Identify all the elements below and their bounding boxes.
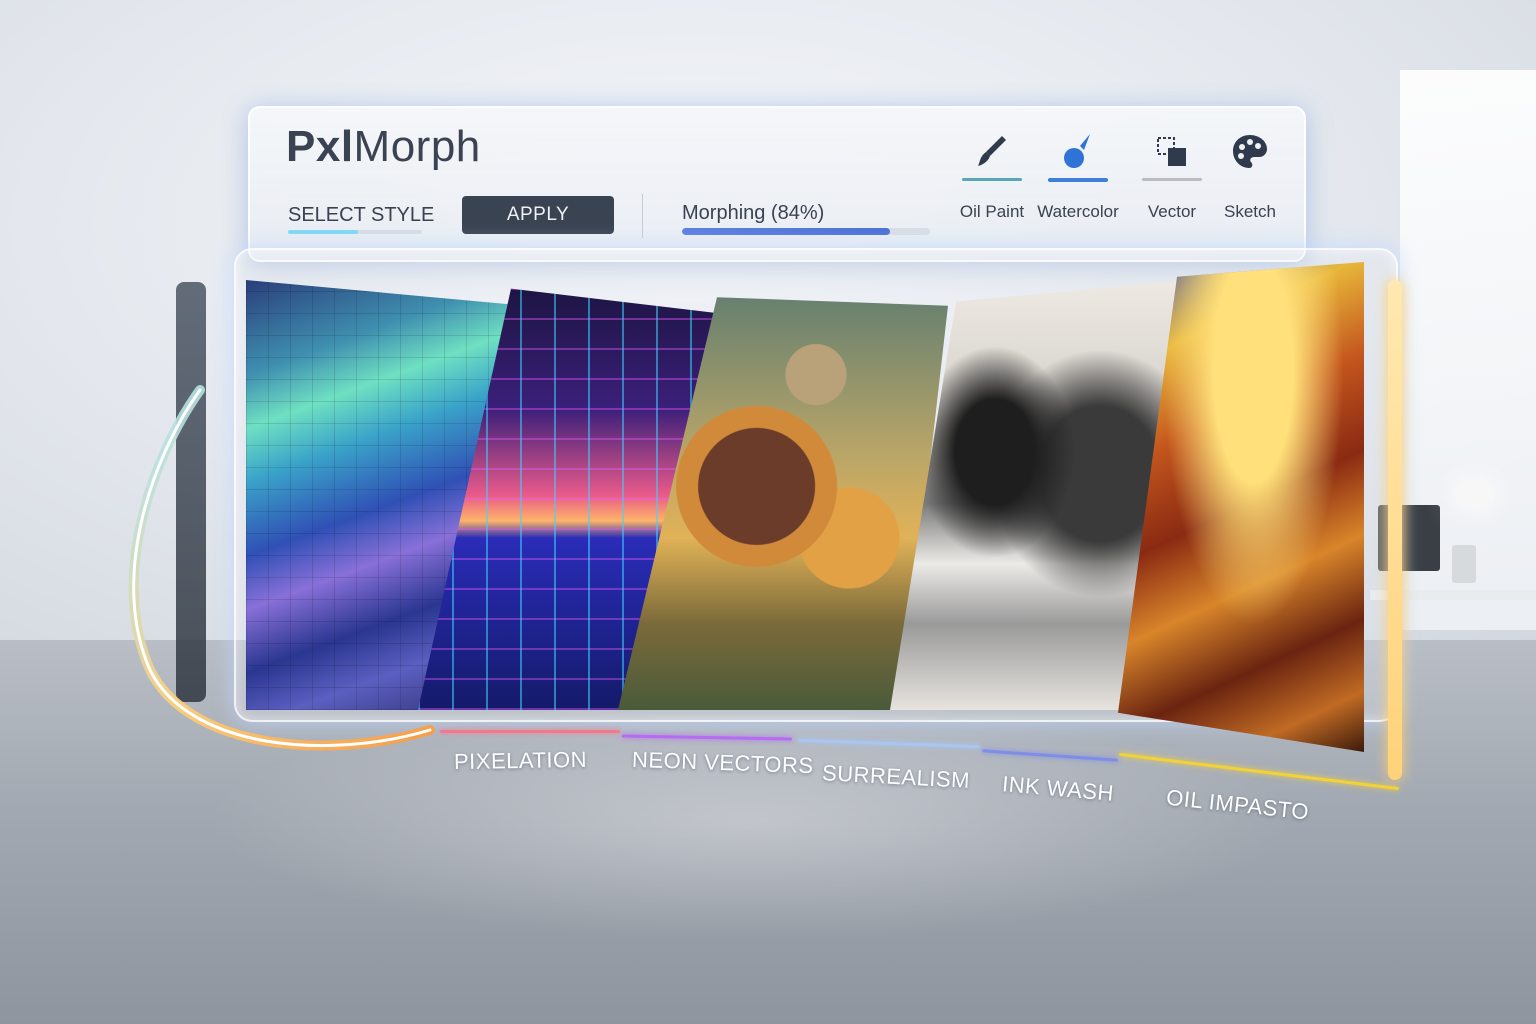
water-drop-icon <box>1064 134 1090 168</box>
tool-oil-paint-label: Oil Paint <box>959 202 1025 221</box>
app-title-rest: Morph <box>353 122 481 171</box>
toolbar-panel: PxlMorph SELECT STYLE APPLY Morphing (84… <box>248 106 1306 262</box>
apply-button[interactable]: APPLY <box>462 196 614 234</box>
gallery-scroll-handle-left[interactable] <box>176 282 206 702</box>
tool-vector-underline <box>1142 178 1202 181</box>
background-lamp <box>1455 480 1495 508</box>
tool-sketch[interactable]: Sketch <box>1212 126 1288 236</box>
tool-sketch-label: Sketch <box>1224 202 1276 221</box>
tool-watercolor-underline <box>1048 178 1108 182</box>
app-title: PxlMorph <box>286 122 481 172</box>
brush-icon <box>978 136 1006 166</box>
label-line-pixelation <box>440 730 620 733</box>
style-label-pixelation[interactable]: PIXELATION <box>454 747 587 775</box>
select-style-label[interactable]: SELECT STYLE <box>288 204 434 227</box>
background-speaker <box>1452 545 1476 583</box>
tool-oil-paint[interactable]: Oil Paint <box>954 126 1030 236</box>
select-style-indicator <box>288 230 422 234</box>
tool-watercolor-label: Watercolor <box>1037 202 1119 221</box>
app-title-bold: Pxl <box>286 122 354 171</box>
morph-progress-bar <box>682 228 930 235</box>
tool-vector[interactable]: Vector <box>1134 126 1210 236</box>
tool-watercolor[interactable]: Watercolor <box>1037 126 1119 236</box>
toolbar-divider <box>642 194 643 238</box>
tool-oil-paint-underline <box>962 178 1022 181</box>
gallery-scroll-handle-right[interactable] <box>1388 280 1402 780</box>
palette-icon <box>1233 135 1267 168</box>
morph-progress-label: Morphing (84%) <box>682 202 825 224</box>
vector-icon <box>1157 137 1186 166</box>
morph-progress-fill <box>682 228 891 235</box>
